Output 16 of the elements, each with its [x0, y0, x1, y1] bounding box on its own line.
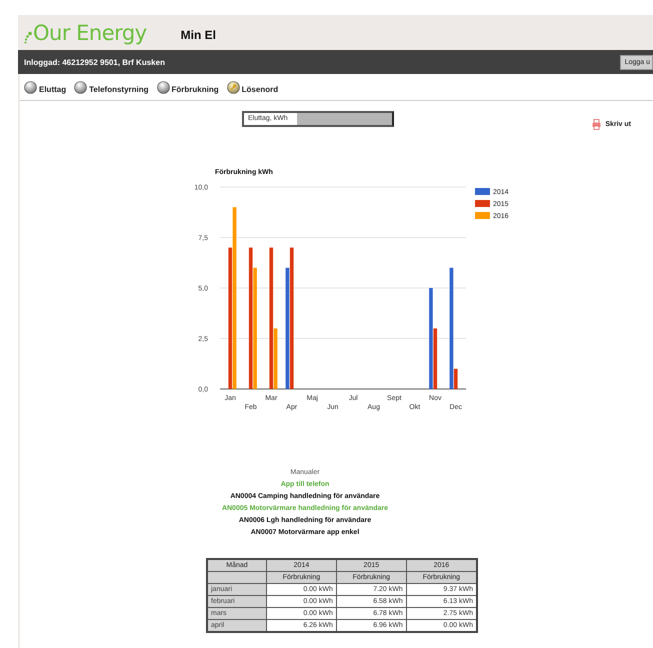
logo-text: Our Energy [33, 20, 147, 44]
key-icon [226, 80, 240, 94]
footprint-icon [24, 30, 33, 44]
legend-swatch [475, 200, 490, 207]
sphere-icon [156, 80, 170, 94]
sphere-icon [74, 80, 88, 94]
legend-swatch [475, 212, 490, 219]
nav-item[interactable]: Telefonstyrning [74, 80, 149, 94]
nav-item[interactable]: Lösenord [226, 80, 278, 94]
page-title: Min El [180, 28, 216, 42]
printer-icon [592, 118, 602, 130]
nav-item[interactable]: Förbrukning [156, 80, 219, 94]
sphere-icon [24, 80, 37, 94]
legend-swatch [475, 188, 490, 195]
nav-item[interactable]: Eluttag [24, 80, 66, 94]
user-info: Inloggad: 46212952 9501, Brf Kusken [24, 58, 165, 66]
